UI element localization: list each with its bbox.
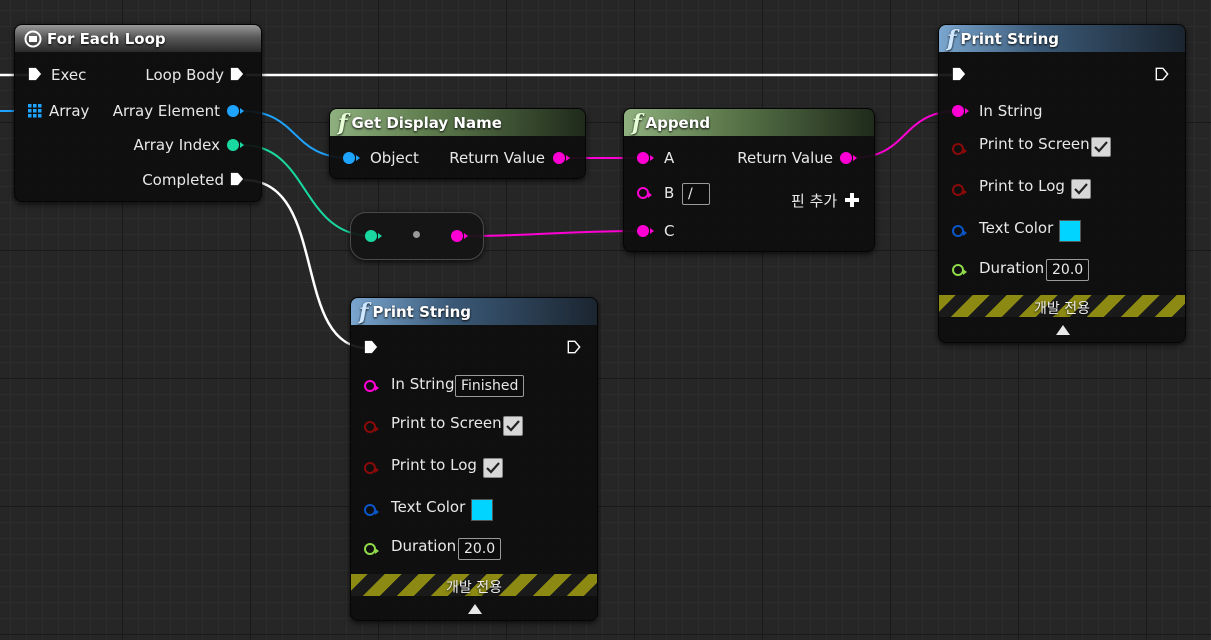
exec-label: Exec xyxy=(51,66,87,84)
duration-pin[interactable] xyxy=(364,543,379,555)
print-string-header[interactable]: f Print String xyxy=(939,25,1185,52)
node-title: Print String xyxy=(960,29,1060,48)
append-return-label: Return Value xyxy=(737,149,833,167)
print-to-log-checkbox[interactable] xyxy=(483,458,503,478)
print-to-screen-checkbox[interactable] xyxy=(503,416,523,436)
get-display-name-header[interactable]: f Get Display Name xyxy=(330,109,585,136)
append-return-pin[interactable] xyxy=(840,152,857,164)
duration-label: Duration xyxy=(391,537,457,555)
in-string-input[interactable]: Finished xyxy=(455,375,525,397)
print-to-screen-pin[interactable] xyxy=(952,143,967,155)
array-index-pin[interactable] xyxy=(227,139,244,151)
text-color-swatch[interactable] xyxy=(1059,220,1081,242)
text-color-pin[interactable] xyxy=(952,225,967,237)
text-color-pin[interactable] xyxy=(364,504,379,516)
reroute-out-pin[interactable] xyxy=(451,230,468,242)
function-icon: f xyxy=(947,25,957,52)
print-to-screen-label: Print to Screen xyxy=(391,414,502,432)
array-label: Array xyxy=(49,102,90,120)
reroute-to-c-wire xyxy=(461,230,644,237)
print-to-log-label: Print to Log xyxy=(391,456,477,474)
b-pin[interactable] xyxy=(637,187,652,199)
loop-body-label: Loop Body xyxy=(145,66,224,84)
text-color-swatch[interactable] xyxy=(471,499,493,521)
check-icon xyxy=(506,420,520,432)
a-label: A xyxy=(664,149,675,167)
loop-body-pin[interactable] xyxy=(230,67,244,81)
get-display-name-node[interactable]: f Get Display Name xyxy=(329,108,586,179)
duration-pin[interactable] xyxy=(952,264,967,276)
print-to-screen-pin[interactable] xyxy=(364,421,379,433)
object-pin[interactable] xyxy=(343,152,360,164)
completed-pin[interactable] xyxy=(230,172,244,186)
b-value-input[interactable]: / xyxy=(682,183,710,205)
node-title: For Each Loop xyxy=(47,29,166,48)
node-title: Print String xyxy=(372,302,472,321)
plus-icon[interactable] xyxy=(845,193,859,207)
print-to-screen-checkbox[interactable] xyxy=(1091,137,1111,157)
in-string-pin[interactable] xyxy=(952,105,969,117)
return-value-label: Return Value xyxy=(449,149,545,167)
dev-only-label: 개발 전용 xyxy=(446,580,502,596)
loop-icon xyxy=(24,30,42,47)
check-icon xyxy=(486,462,500,474)
object-label: Object xyxy=(370,149,419,167)
dev-only-label: 개발 전용 xyxy=(1034,301,1090,317)
print-exec-out-pin[interactable] xyxy=(567,340,581,354)
array-index-label: Array Index xyxy=(133,136,220,154)
add-pin-label[interactable]: 핀 추가 xyxy=(791,192,837,210)
in-string-pin[interactable] xyxy=(364,380,379,392)
text-color-label: Text Color xyxy=(391,498,466,516)
function-icon: f xyxy=(632,109,642,136)
print-to-log-checkbox[interactable] xyxy=(1071,179,1091,199)
print-to-log-pin[interactable] xyxy=(364,462,379,474)
print-exec-in-pin[interactable] xyxy=(364,340,378,354)
node-title: Get Display Name xyxy=(351,113,502,132)
duration-input[interactable]: 20.0 xyxy=(458,538,502,560)
array-grid-icon[interactable] xyxy=(28,104,42,118)
collapse-arrow-icon[interactable] xyxy=(1056,325,1070,335)
function-icon: f xyxy=(359,298,369,325)
print-string-header[interactable]: f Print String xyxy=(351,298,597,325)
completed-label: Completed xyxy=(142,171,224,189)
append-node[interactable]: f Append xyxy=(623,108,875,252)
exec-in-pin[interactable] xyxy=(28,67,42,81)
duration-input[interactable]: 20.0 xyxy=(1046,259,1090,281)
a-pin[interactable] xyxy=(637,152,654,164)
reroute-dot xyxy=(413,231,420,238)
node-title: Append xyxy=(645,113,711,132)
print-to-log-label: Print to Log xyxy=(979,177,1065,195)
in-string-label: In String xyxy=(391,375,455,393)
in-string-label: In String xyxy=(979,102,1043,120)
print-exec-in-pin[interactable] xyxy=(952,67,966,81)
print-exec-out-pin[interactable] xyxy=(1155,67,1169,81)
print-to-screen-label: Print to Screen xyxy=(979,135,1090,153)
return-value-pin[interactable] xyxy=(553,152,570,164)
reroute-in-pin[interactable] xyxy=(365,230,382,242)
c-pin[interactable] xyxy=(637,225,654,237)
check-icon xyxy=(1094,141,1108,153)
text-color-label: Text Color xyxy=(979,219,1054,237)
for-each-loop-header[interactable]: For Each Loop xyxy=(15,25,261,52)
print-to-log-pin[interactable] xyxy=(952,184,967,196)
collapse-arrow-icon[interactable] xyxy=(468,604,482,614)
function-icon: f xyxy=(338,109,348,136)
duration-label: Duration xyxy=(979,259,1045,277)
c-label: C xyxy=(664,222,675,240)
array-element-label: Array Element xyxy=(112,102,220,120)
array-element-pin[interactable] xyxy=(227,105,244,117)
check-icon xyxy=(1074,183,1088,195)
b-label: B xyxy=(664,184,675,202)
append-header[interactable]: f Append xyxy=(624,109,874,136)
